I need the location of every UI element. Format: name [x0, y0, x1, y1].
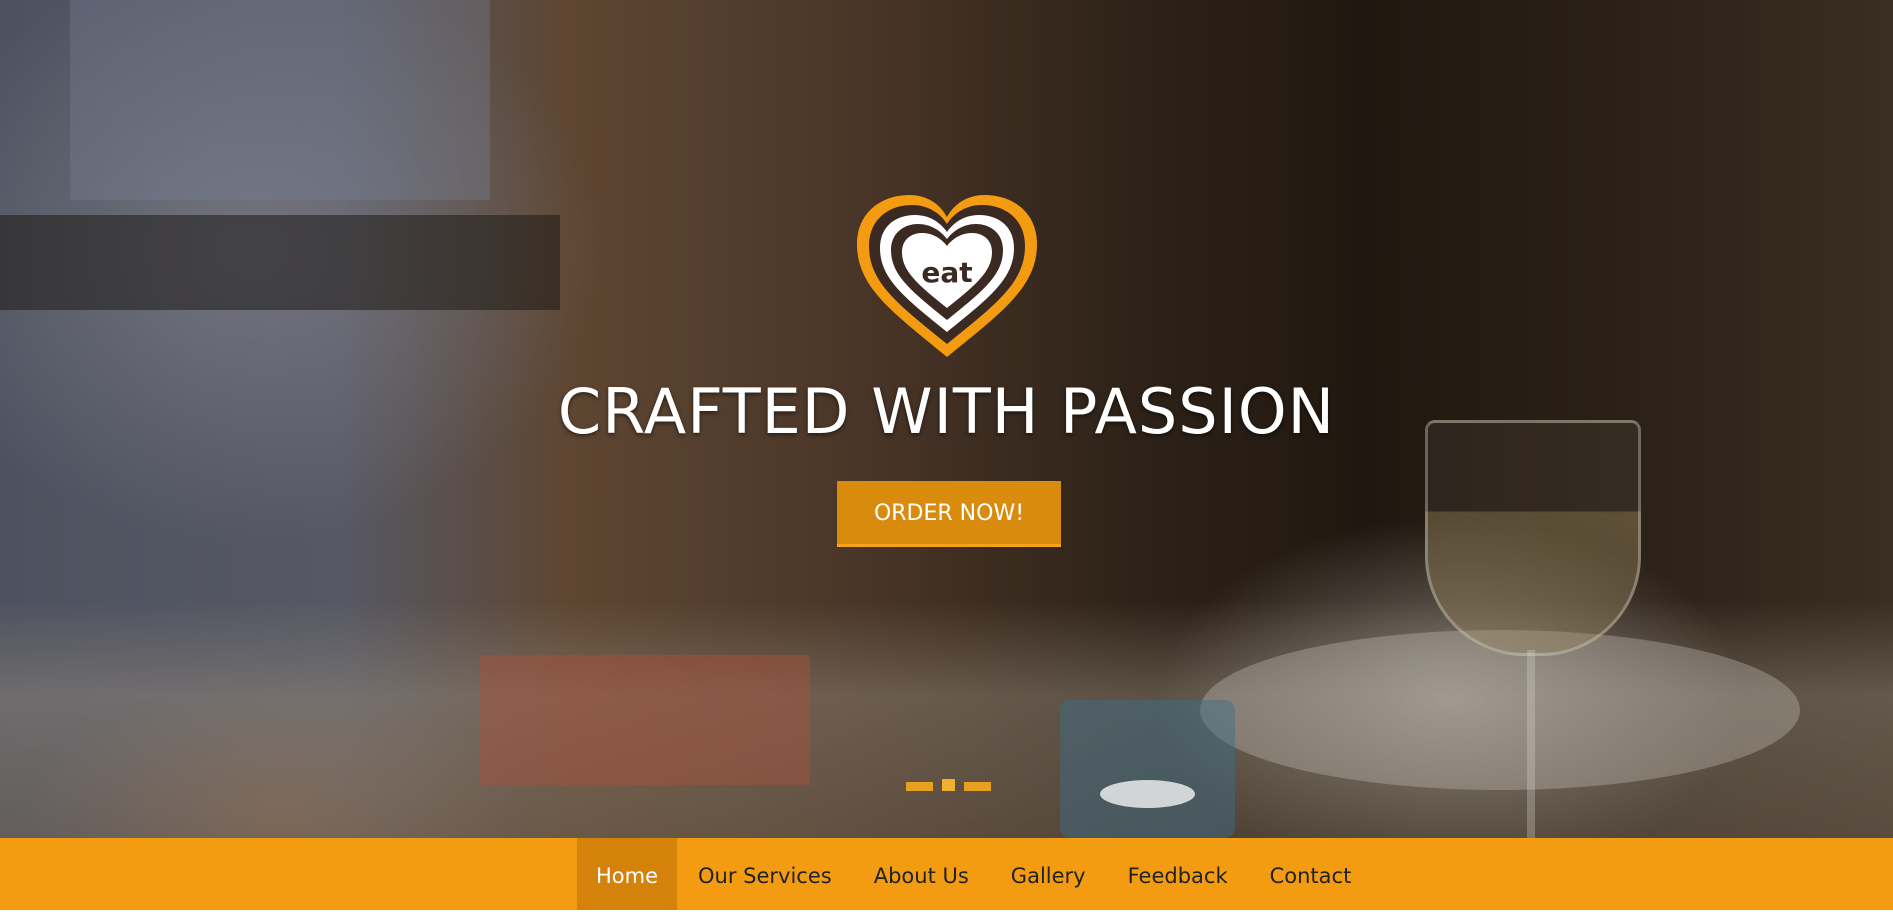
nav-item-contact[interactable]: Contact — [1249, 838, 1373, 910]
hero-headline: CRAFTED WITH PASSION — [557, 375, 1336, 448]
slider-dot-2-active[interactable] — [942, 779, 955, 791]
main-navigation: Home Our Services About Us Gallery Feedb… — [0, 838, 1893, 910]
slider-dot-3[interactable] — [964, 782, 991, 791]
nav-item-feedback[interactable]: Feedback — [1107, 838, 1249, 910]
nav-item-our-services[interactable]: Our Services — [677, 838, 853, 910]
slider-pagination — [906, 779, 996, 793]
nav-item-about-us[interactable]: About Us — [853, 838, 990, 910]
hero-content: eat CRAFTED WITH PASSION ORDER NOW! — [0, 0, 1893, 838]
nav-item-gallery[interactable]: Gallery — [990, 838, 1107, 910]
logo-text: eat — [921, 256, 972, 289]
nav-list: Home Our Services About Us Gallery Feedb… — [577, 838, 1372, 910]
order-now-button[interactable]: ORDER NOW! — [837, 481, 1061, 547]
eat-heart-logo[interactable]: eat — [852, 192, 1042, 362]
nav-item-home[interactable]: Home — [577, 838, 678, 910]
hero-banner: eat CRAFTED WITH PASSION ORDER NOW! — [0, 0, 1893, 838]
slider-dot-1[interactable] — [906, 782, 933, 791]
